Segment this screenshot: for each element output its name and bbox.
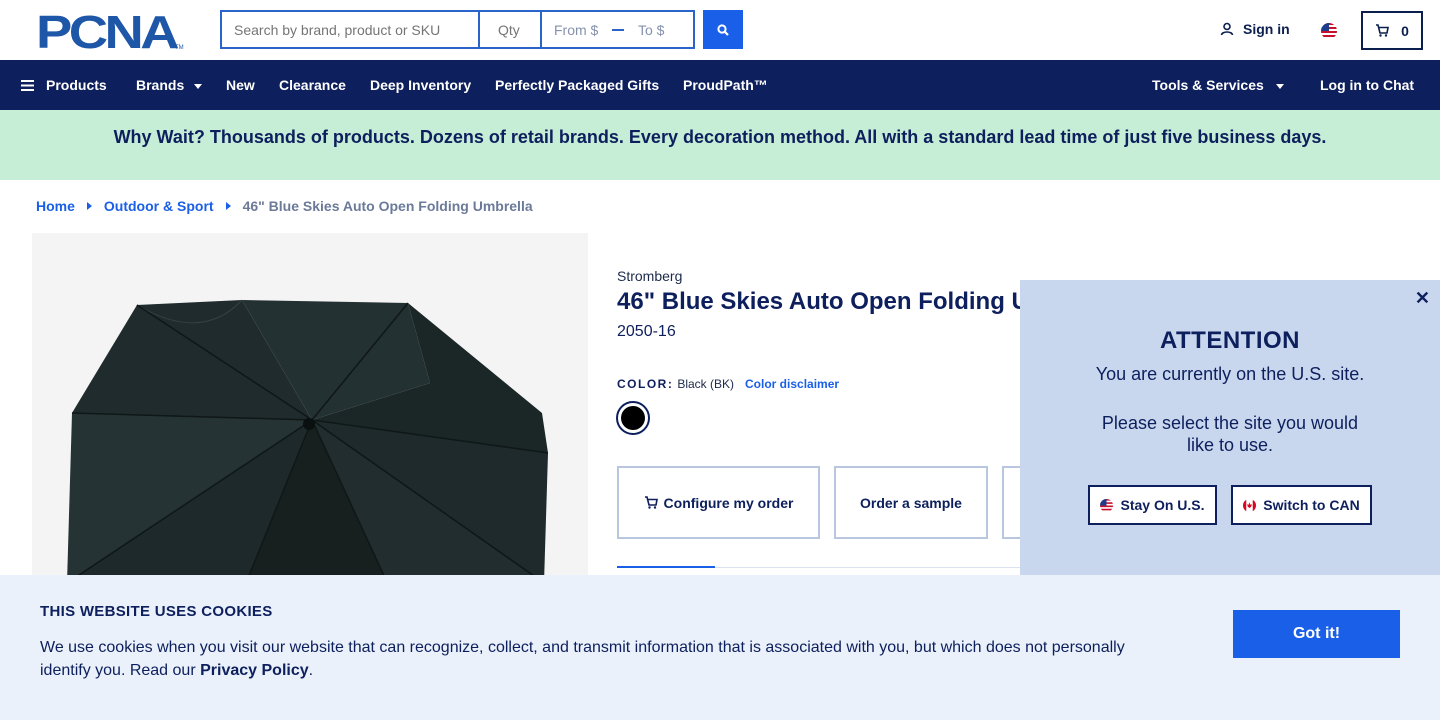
- us-flag-icon: [1100, 498, 1114, 512]
- nav-gifts-label: Perfectly Packaged Gifts: [495, 77, 660, 93]
- cookie-period: .: [308, 662, 314, 679]
- nav-deep-inventory-label: Deep Inventory: [370, 77, 472, 93]
- nav-new-label: New: [226, 77, 255, 93]
- canada-flag-icon: [1243, 498, 1257, 512]
- pcna-logo[interactable]: PCNA TM: [36, 6, 184, 58]
- nav-new[interactable]: New: [226, 77, 255, 93]
- cookie-text: We use cookies when you visit our websit…: [40, 636, 1150, 682]
- sign-in-link[interactable]: Sign in: [1220, 21, 1290, 37]
- switch-can-button[interactable]: Switch to CAN: [1231, 485, 1372, 525]
- cart-icon: [1376, 24, 1390, 37]
- region-select-text: Please select the site you would like to…: [1101, 413, 1359, 455]
- nav-clearance-label: Clearance: [279, 77, 346, 93]
- chevron-down-icon: [1275, 83, 1284, 89]
- nav-clearance[interactable]: Clearance: [279, 77, 346, 93]
- qty-input[interactable]: [478, 10, 540, 49]
- color-disclaimer-link[interactable]: Color disclaimer: [745, 377, 839, 391]
- close-icon[interactable]: ✕: [1415, 288, 1430, 309]
- promo-banner: Why Wait? Thousands of products. Dozens …: [0, 110, 1440, 180]
- color-row: COLOR: Black (BK) Color disclaimer: [617, 377, 839, 391]
- cookie-accept-label: Got it!: [1292, 625, 1341, 642]
- nav-gifts[interactable]: Perfectly Packaged Gifts: [495, 77, 659, 93]
- color-value: Black (BK): [677, 377, 735, 391]
- us-flag-icon[interactable]: [1321, 23, 1337, 39]
- nav-proudpath[interactable]: ProudPath™: [683, 77, 768, 93]
- configure-order-button[interactable]: Configure my order: [617, 466, 820, 539]
- color-swatch-black[interactable]: [616, 401, 650, 435]
- breadcrumb-category[interactable]: Outdoor & Sport: [104, 198, 214, 214]
- svg-text:PCNA: PCNA: [36, 11, 178, 51]
- price-from-input[interactable]: From $: [554, 22, 612, 38]
- cart-button[interactable]: 0: [1361, 11, 1423, 50]
- search-button[interactable]: [703, 10, 743, 49]
- active-tab-indicator: [617, 566, 715, 568]
- cart-count: 0: [1401, 22, 1409, 39]
- product-sku: 2050-16: [617, 323, 676, 340]
- breadcrumb-home[interactable]: Home: [36, 198, 75, 214]
- tab-divider: [715, 567, 1020, 568]
- region-select-modal: ✕ ATTENTION You are currently on the U.S…: [1020, 280, 1440, 580]
- nav-brands-label: Brands: [136, 77, 185, 93]
- product-title: 46" Blue Skies Auto Open Folding U: [617, 288, 1029, 315]
- search-bar: From $ To $: [220, 10, 695, 49]
- price-to-input[interactable]: To $: [638, 22, 664, 38]
- nav-proudpath-label: ProudPath™: [683, 77, 768, 93]
- cookie-title: THIS WEBSITE USES COOKIES: [40, 603, 273, 620]
- breadcrumb: Home Outdoor & Sport 46" Blue Skies Auto…: [36, 198, 533, 214]
- promo-text: Why Wait? Thousands of products. Dozens …: [113, 127, 1327, 147]
- breadcrumb-separator-icon: [225, 202, 231, 210]
- product-brand[interactable]: Stromberg: [617, 268, 682, 284]
- switch-can-label: Switch to CAN: [1263, 497, 1360, 513]
- price-range[interactable]: From $ To $: [540, 10, 695, 49]
- top-header: PCNA TM From $ To $ Sign in 0: [0, 0, 1440, 60]
- cookie-banner: THIS WEBSITE USES COOKIES We use cookies…: [0, 575, 1440, 720]
- nav-deep-inventory[interactable]: Deep Inventory: [370, 77, 471, 93]
- cart-icon: [644, 496, 658, 509]
- search-input[interactable]: [220, 10, 478, 49]
- color-label: COLOR:: [617, 377, 674, 391]
- breadcrumb-separator-icon: [86, 202, 92, 210]
- sign-in-label: Sign in: [1243, 21, 1290, 37]
- nav-products-label: Products: [46, 77, 107, 93]
- stay-us-button[interactable]: Stay On U.S.: [1088, 485, 1217, 525]
- cookie-accept-button[interactable]: Got it!: [1233, 610, 1400, 658]
- nav-chat-login[interactable]: Log in to Chat: [1320, 77, 1414, 93]
- nav-products[interactable]: Products: [21, 77, 107, 93]
- breadcrumb-current: 46" Blue Skies Auto Open Folding Umbrell…: [242, 198, 533, 214]
- order-sample-button[interactable]: Order a sample: [834, 466, 988, 539]
- nav-brands[interactable]: Brands: [136, 77, 203, 93]
- hamburger-icon: [21, 79, 34, 91]
- privacy-policy-link[interactable]: Privacy Policy: [200, 662, 309, 679]
- nav-tools-services[interactable]: Tools & Services: [1152, 77, 1284, 93]
- nav-chat-label: Log in to Chat: [1320, 77, 1415, 93]
- order-sample-label: Order a sample: [860, 494, 962, 511]
- swatch-fill: [621, 406, 645, 430]
- region-current-site-text: You are currently on the U.S. site.: [1095, 364, 1365, 384]
- region-heading: ATTENTION: [1159, 327, 1301, 354]
- stay-us-label: Stay On U.S.: [1120, 497, 1205, 513]
- price-range-dash: [612, 28, 624, 31]
- search-icon: [717, 23, 729, 36]
- configure-order-label: Configure my order: [663, 494, 794, 511]
- user-icon: [1220, 22, 1234, 36]
- svg-text:TM: TM: [175, 45, 184, 51]
- chevron-down-icon: [194, 83, 203, 89]
- main-nav: Products Brands New Clearance Deep Inven…: [0, 60, 1440, 110]
- nav-tools-label: Tools & Services: [1152, 77, 1264, 93]
